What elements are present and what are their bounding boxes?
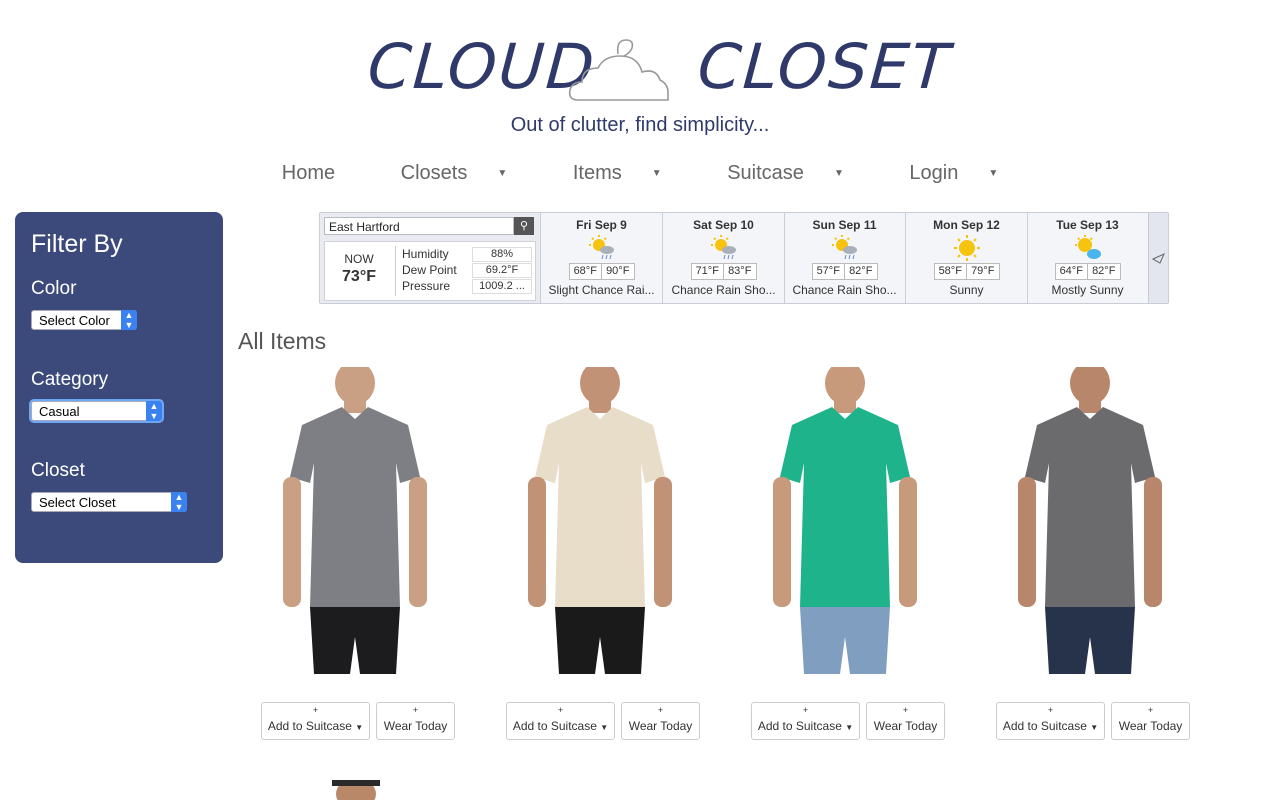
color-label: Color [31, 278, 77, 299]
closet-select-value: Select Closet [39, 495, 116, 510]
wear-today-button[interactable]: + Wear Today [866, 702, 945, 740]
category-select-value: Casual [39, 404, 80, 419]
weather-stats: Humidity 88% Dew Point 69.2°F Pressure 1009… [395, 246, 532, 296]
filter-sidebar: Filter By Color Select Color ▲ ▼ Category… [15, 212, 223, 563]
item-card: + Add to Suitcase ▼ + Wear Today [240, 367, 470, 747]
add-to-suitcase-button[interactable]: + Add to Suitcase ▼ [996, 702, 1105, 740]
plus-icon: + [557, 705, 564, 715]
sun-cloud-rain-icon [588, 235, 614, 260]
item-card: + Add to Suitcase ▼ + Wear Today [975, 367, 1205, 747]
forecast-day: Sun Sep 11 57°F 82°F Chance Rain Sho... [784, 213, 906, 303]
now-temp: 73°F [342, 268, 376, 285]
sun-icon [953, 235, 980, 261]
caret-down-icon: ▼ [651, 168, 662, 180]
plus-icon: + [1147, 705, 1154, 715]
current-conditions: NOW 73°F Humidity 88% Dew Point 69.2°F Pre… [324, 241, 536, 301]
nav-closets[interactable]: Closets ▼ [386, 162, 523, 185]
pressure-value: 1009.2 ... [472, 279, 532, 294]
humidity-row: Humidity 88% [402, 246, 532, 262]
category-label: Category [31, 369, 109, 390]
nav-suitcase[interactable]: Suitcase ▼ [712, 162, 859, 185]
weather-widget: East Hartford ⚲ NOW 73°F Humidity 88% Dew… [319, 212, 1169, 304]
temp-range: 57°F 82°F [811, 263, 878, 280]
forecast-day: Sat Sep 10 71°F 83°F Chance Rain Sho... [663, 213, 785, 303]
sun-cloud-rain-icon [710, 235, 736, 260]
item-photo-partial[interactable] [332, 780, 380, 800]
select-arrows-icon: ▲ ▼ [121, 310, 137, 330]
send-arrow-icon [1151, 253, 1165, 264]
category-select[interactable]: Casual ▲ ▼ [31, 401, 162, 421]
plus-icon: + [902, 705, 909, 715]
cloud-hanger-logo-icon [568, 39, 669, 101]
plus-icon: + [1047, 705, 1054, 715]
closet-select[interactable]: Select Closet ▲ ▼ [31, 492, 187, 512]
wear-today-button[interactable]: + Wear Today [621, 702, 700, 740]
wear-today-button[interactable]: + Wear Today [1111, 702, 1190, 740]
forecast-day: Fri Sep 9 68°F 90°F Slight Chance Rai... [541, 213, 663, 303]
wear-today-button[interactable]: + Wear Today [376, 702, 455, 740]
item-photo[interactable] [995, 367, 1185, 674]
tagline: Out of clutter, find simplicity... [510, 114, 770, 136]
humidity-value: 88% [472, 247, 532, 262]
item-photo[interactable] [750, 367, 940, 674]
item-card: + Add to Suitcase ▼ + Wear Today [730, 367, 960, 747]
caret-down-icon: ▼ [988, 168, 999, 180]
plus-icon: + [312, 705, 319, 715]
add-to-suitcase-button[interactable]: + Add to Suitcase ▼ [261, 702, 370, 740]
section-title: All Items [238, 328, 327, 354]
nav-items[interactable]: Items ▼ [558, 162, 677, 185]
item-photo[interactable] [505, 367, 695, 674]
forecast-day: Mon Sep 12 58°F 79°F Sunny [906, 213, 1028, 303]
dew-point-row: Dew Point 69.2°F [402, 262, 532, 278]
forecast-day: Tue Sep 13 64°F 82°F Mostly Sunny [1027, 213, 1149, 303]
caret-down-icon: ▼ [833, 168, 844, 180]
location-input[interactable]: East Hartford [324, 217, 514, 235]
item-photo[interactable] [260, 367, 450, 674]
color-select[interactable]: Select Color ▲ ▼ [31, 310, 137, 330]
caret-down-icon: ▼ [1090, 723, 1099, 732]
caret-down-icon: ▼ [845, 723, 854, 732]
temp-range: 68°F 90°F [568, 263, 635, 280]
brand-word-cloud: CLOUD [365, 30, 599, 103]
now-label: NOW [344, 252, 374, 266]
sun-cloud-rain-icon [831, 235, 857, 260]
color-select-value: Select Color [39, 313, 110, 328]
caret-down-icon: ▼ [600, 723, 609, 732]
plus-icon: + [657, 705, 664, 715]
add-to-suitcase-button[interactable]: + Add to Suitcase ▼ [506, 702, 615, 740]
plus-icon: + [412, 705, 419, 715]
sun-cloud-icon [1074, 235, 1101, 259]
add-to-suitcase-button[interactable]: + Add to Suitcase ▼ [751, 702, 860, 740]
item-card: + Add to Suitcase ▼ + Wear Today [485, 367, 715, 747]
brand-word-closet: CLOSET [695, 30, 954, 103]
brand-header: CLOUD CLOSET [0, 28, 1280, 103]
temp-range: 58°F 79°F [933, 263, 1000, 280]
closet-label: Closet [31, 460, 85, 481]
nav-home[interactable]: Home [267, 162, 350, 185]
pressure-row: Pressure 1009.2 ... [402, 278, 532, 294]
temp-range: 64°F 82°F [1054, 263, 1121, 280]
filter-title: Filter By [31, 230, 123, 258]
plus-icon: + [802, 705, 809, 715]
weather-current: East Hartford ⚲ NOW 73°F Humidity 88% Dew… [320, 213, 541, 303]
dew-point-value: 69.2°F [472, 263, 532, 278]
search-icon[interactable]: ⚲ [514, 217, 534, 235]
temp-range: 71°F 83°F [690, 263, 757, 280]
select-arrows-icon: ▲ ▼ [171, 492, 187, 512]
main-nav: Home Closets ▼ Items ▼ Suitcase ▼ Login ▼ [0, 162, 1280, 185]
caret-down-icon: ▼ [355, 723, 364, 732]
select-arrows-icon: ▲ ▼ [146, 401, 162, 421]
caret-down-icon: ▼ [497, 168, 508, 180]
nav-login[interactable]: Login ▼ [894, 162, 1013, 185]
weather-nav[interactable] [1149, 213, 1168, 303]
